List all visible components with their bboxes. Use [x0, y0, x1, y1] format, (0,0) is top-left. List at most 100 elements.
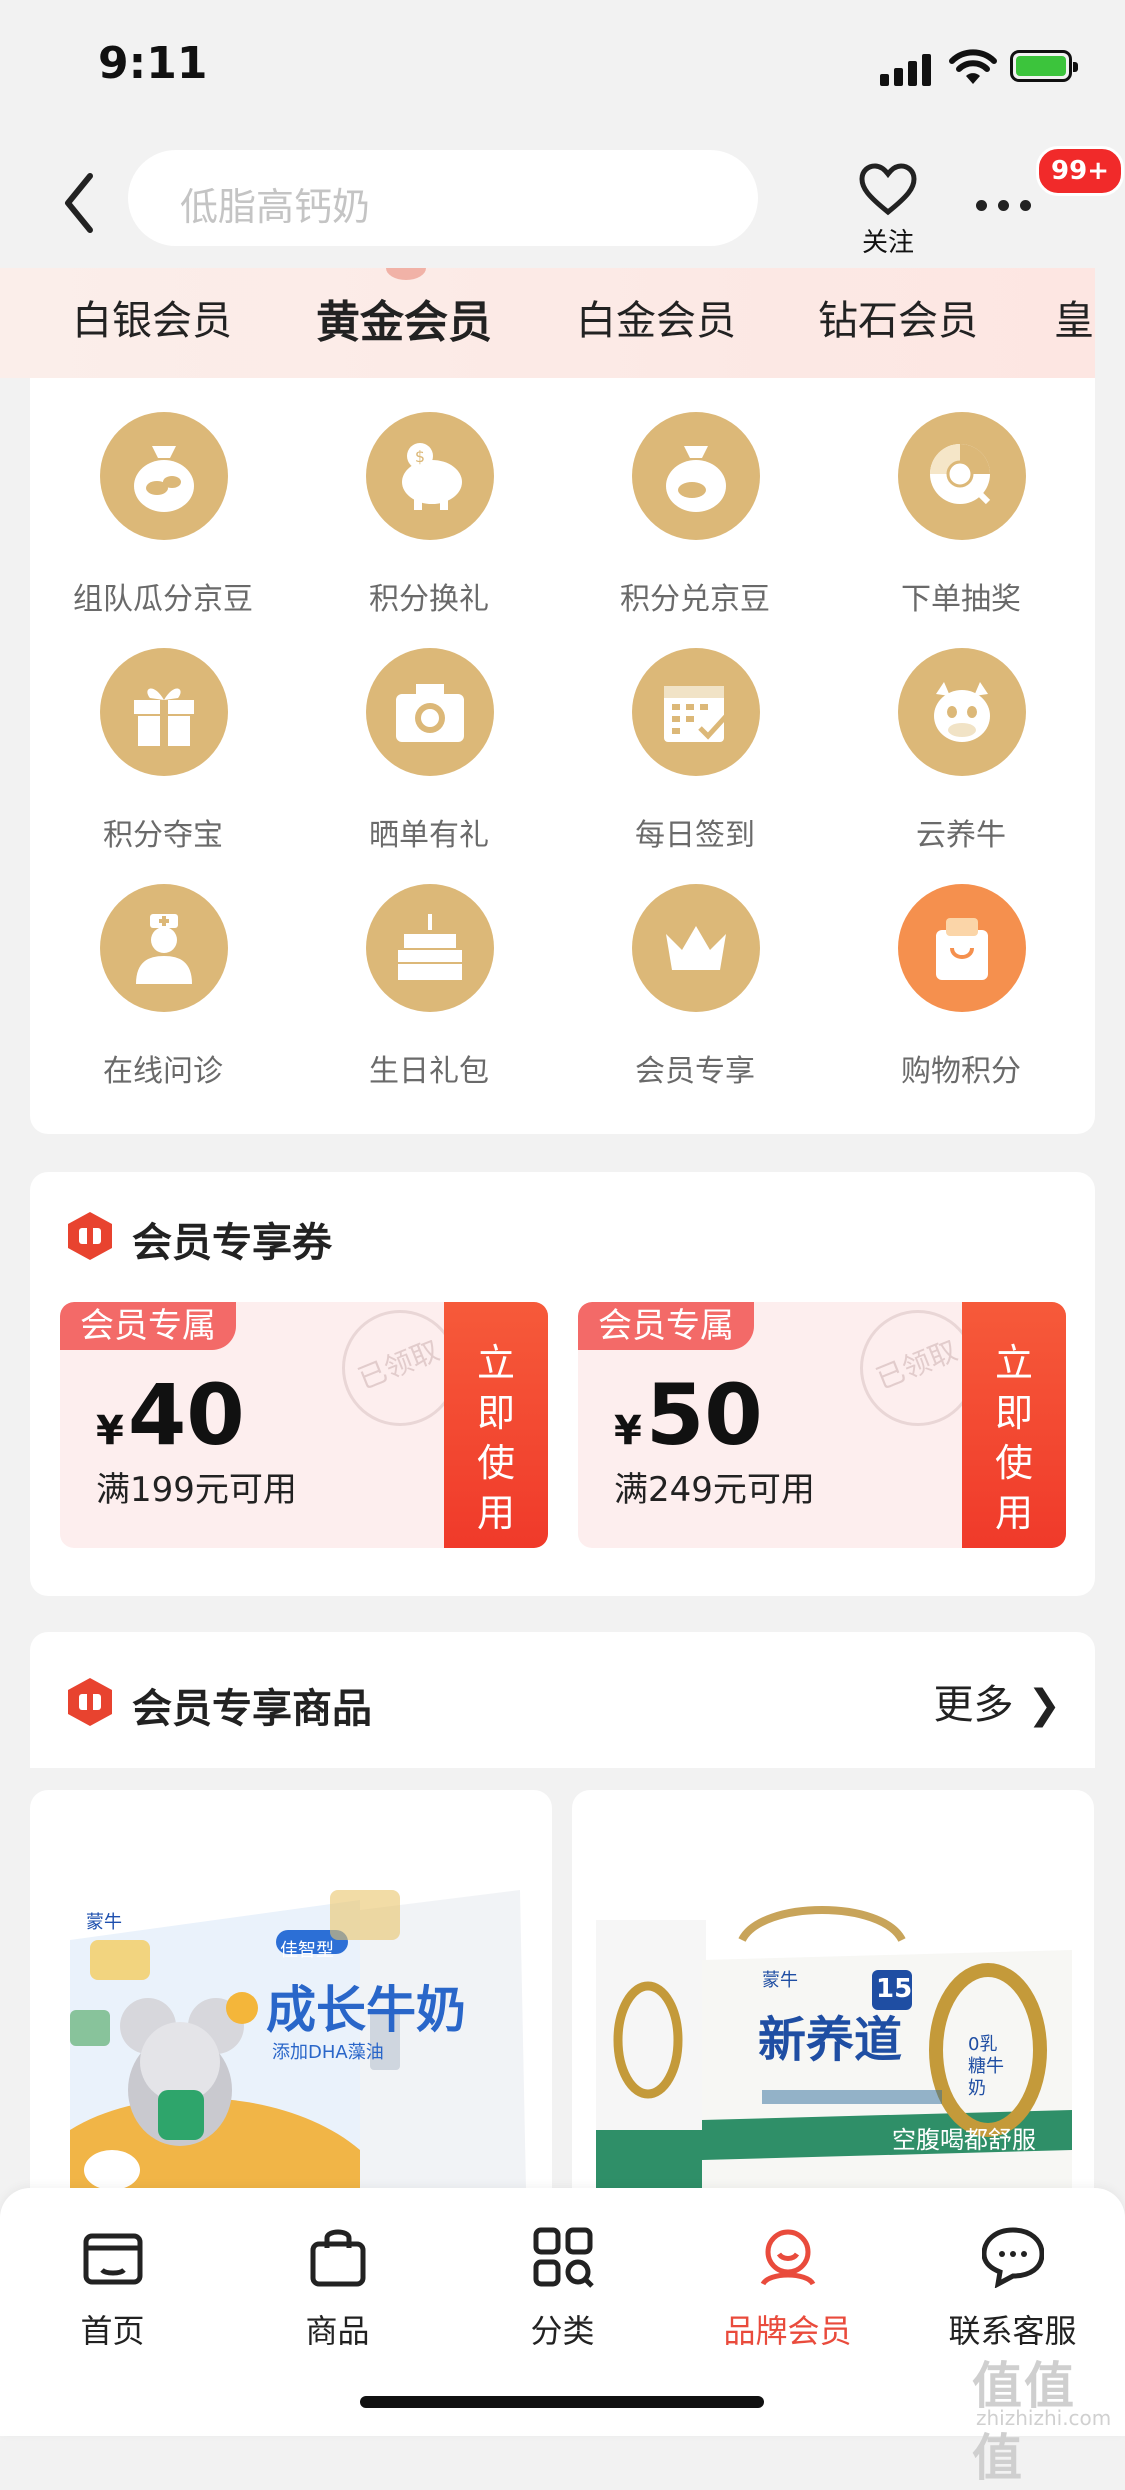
- benefit-daily-checkin[interactable]: 每日签到: [562, 614, 828, 853]
- product-card[interactable]: 蒙牛 新养道 15 0乳糖牛奶 空腹喝都舒服: [572, 1790, 1094, 2190]
- bag-icon: [310, 2229, 366, 2287]
- lottery-wheel-icon: [930, 444, 991, 505]
- benefit-label: 积分夺宝: [103, 818, 223, 853]
- tab-tier-platinum[interactable]: 白金会员: [576, 288, 736, 346]
- member-icon: [760, 2229, 816, 2286]
- product-name: 成长牛奶: [266, 1981, 466, 2039]
- product-note: 添加DHA藻油: [272, 2042, 384, 2063]
- use-coupon-label: 立即使用: [994, 1341, 1033, 1535]
- coupon-currency: ¥: [96, 1408, 124, 1454]
- benefit-member-exclusive[interactable]: 会员专享: [562, 850, 828, 1089]
- tab-label: 品牌会员: [723, 2312, 852, 2350]
- search-placeholder: 低脂高钙奶: [180, 185, 371, 229]
- coupon-card: 已领取 会员专属 ¥50 满249元可用 立即使用: [578, 1302, 1066, 1548]
- benefit-label: 积分换礼: [369, 582, 489, 617]
- more-goods-link[interactable]: 更多 ❯: [933, 1672, 1061, 1730]
- benefit-label: 购物积分: [901, 1054, 1021, 1089]
- benefit-label: 每日签到: [635, 818, 755, 853]
- benefit-label: 生日礼包: [369, 1054, 489, 1089]
- benefit-points-beans[interactable]: 积分兑京豆: [562, 378, 828, 617]
- coupon-icon: [68, 1678, 112, 1726]
- heart-icon: [859, 163, 917, 216]
- tab-goods[interactable]: 商品: [225, 2212, 450, 2372]
- benefit-birthday-gift[interactable]: 生日礼包: [296, 850, 562, 1089]
- shop-icon: [83, 2233, 143, 2285]
- search-input[interactable]: 低脂高钙奶: [128, 150, 758, 246]
- benefit-online-consult[interactable]: 在线问诊: [30, 850, 296, 1089]
- benefit-photo-review[interactable]: 晒单有礼: [296, 614, 562, 853]
- tab-home[interactable]: 首页: [0, 2212, 225, 2372]
- benefit-points-treasure[interactable]: 积分夺宝: [30, 614, 296, 853]
- calendar-icon: [664, 686, 730, 742]
- coupon-section-title: 会员专享券: [132, 1220, 332, 1266]
- follow-button[interactable]: 关注: [846, 154, 930, 258]
- gift-box-icon: [134, 688, 194, 746]
- coupon-condition: 满249元可用: [614, 1470, 815, 1510]
- product-subtitle: 佳智型: [280, 1940, 334, 1961]
- tier-indicator: [386, 268, 426, 280]
- coupon-card: 已领取 会员专属 ¥40 满199元可用 立即使用: [60, 1302, 548, 1548]
- category-icon: [533, 2227, 594, 2288]
- piggy-bank-icon: $: [402, 443, 462, 510]
- product-note: 空腹喝都舒服: [892, 2126, 1036, 2154]
- svg-text:$: $: [415, 447, 425, 466]
- home-indicator[interactable]: [360, 2396, 764, 2408]
- product-card[interactable]: 蒙牛 佳智型 成长牛奶 添加DHA藻油: [30, 1790, 552, 2190]
- benefit-order-lottery[interactable]: 下单抽奖: [828, 378, 1094, 617]
- wifi-icon: [949, 49, 997, 84]
- benefit-points-gift[interactable]: $ 积分换礼: [296, 378, 562, 617]
- coupon-value: 50: [645, 1366, 763, 1464]
- coupon-amount: ¥40: [96, 1366, 245, 1464]
- crown-icon: [666, 926, 726, 970]
- coupon-section: 会员专享券 已领取 会员专属 ¥40 满199元可用 立即使用 已领取 会员专属…: [30, 1172, 1095, 1596]
- chat-icon: [982, 2227, 1044, 2288]
- tab-label: 分类: [530, 2312, 595, 2350]
- coupon-icon: [68, 1212, 112, 1260]
- coupon-currency: ¥: [614, 1408, 642, 1454]
- tab-category[interactable]: 分类: [450, 2212, 675, 2372]
- benefit-label: 组队瓜分京豆: [73, 582, 253, 617]
- more-menu-button[interactable]: [976, 196, 1046, 216]
- tab-tier-silver[interactable]: 白银会员: [72, 288, 232, 346]
- chevron-right-icon: ❯: [1027, 1682, 1061, 1728]
- benefit-label: 云养牛: [916, 818, 1006, 853]
- product-name: 新养道: [758, 2012, 903, 2068]
- tab-tier-diamond[interactable]: 钻石会员: [818, 288, 978, 346]
- goods-section-title: 会员专享商品: [132, 1686, 372, 1732]
- cow-icon: [934, 682, 990, 742]
- product-brand: 蒙牛: [86, 1912, 122, 1933]
- tab-label: 商品: [305, 2312, 370, 2350]
- bean-bag-icon: [666, 446, 726, 512]
- benefit-shopping-points[interactable]: 购物积分: [828, 850, 1094, 1089]
- coupon-tag: 会员专属: [578, 1302, 754, 1350]
- coupon-value: 40: [127, 1366, 245, 1464]
- notification-badge: 99+: [1036, 146, 1124, 196]
- product-brand: 蒙牛: [762, 1970, 798, 1991]
- signal-icon: [880, 52, 940, 86]
- more-label: 更多: [933, 1682, 1014, 1728]
- benefit-label: 会员专享: [635, 1054, 755, 1089]
- cake-icon: [398, 914, 462, 980]
- goods-section-header: 会员专享商品 更多 ❯: [30, 1632, 1095, 1768]
- tab-tier-gold[interactable]: 黄金会员: [316, 286, 492, 350]
- product-count-badge: 15: [876, 1974, 913, 2004]
- status-time: 9:11: [98, 38, 208, 89]
- battery-icon: [1010, 50, 1078, 82]
- coupon-tag: 会员专属: [60, 1302, 236, 1350]
- benefit-label: 积分兑京豆: [620, 582, 770, 617]
- status-bar: 9:11: [0, 0, 1125, 140]
- coupon-amount: ¥50: [614, 1366, 763, 1464]
- camera-icon: [396, 684, 464, 742]
- use-coupon-label: 立即使用: [476, 1341, 515, 1535]
- tab-tier-crown[interactable]: 皇: [1054, 288, 1094, 346]
- doctor-icon: [136, 914, 192, 984]
- benefit-cloud-cow[interactable]: 云养牛: [828, 614, 1094, 853]
- product-subtitle: 0乳糖牛奶: [968, 2034, 1004, 2099]
- tab-brand-member[interactable]: 品牌会员: [675, 2212, 900, 2372]
- top-nav: 低脂高钙奶 关注 99+: [0, 140, 1125, 268]
- use-coupon-button[interactable]: 立即使用: [444, 1302, 548, 1548]
- benefit-team-beans[interactable]: 组队瓜分京豆: [30, 378, 296, 617]
- back-icon[interactable]: [56, 168, 106, 238]
- benefits-grid: 组队瓜分京豆 $ 积分换礼 积分兑京豆 下单抽奖 积分夺宝 晒单有礼 每日签到 …: [30, 378, 1095, 1134]
- use-coupon-button[interactable]: 立即使用: [962, 1302, 1066, 1548]
